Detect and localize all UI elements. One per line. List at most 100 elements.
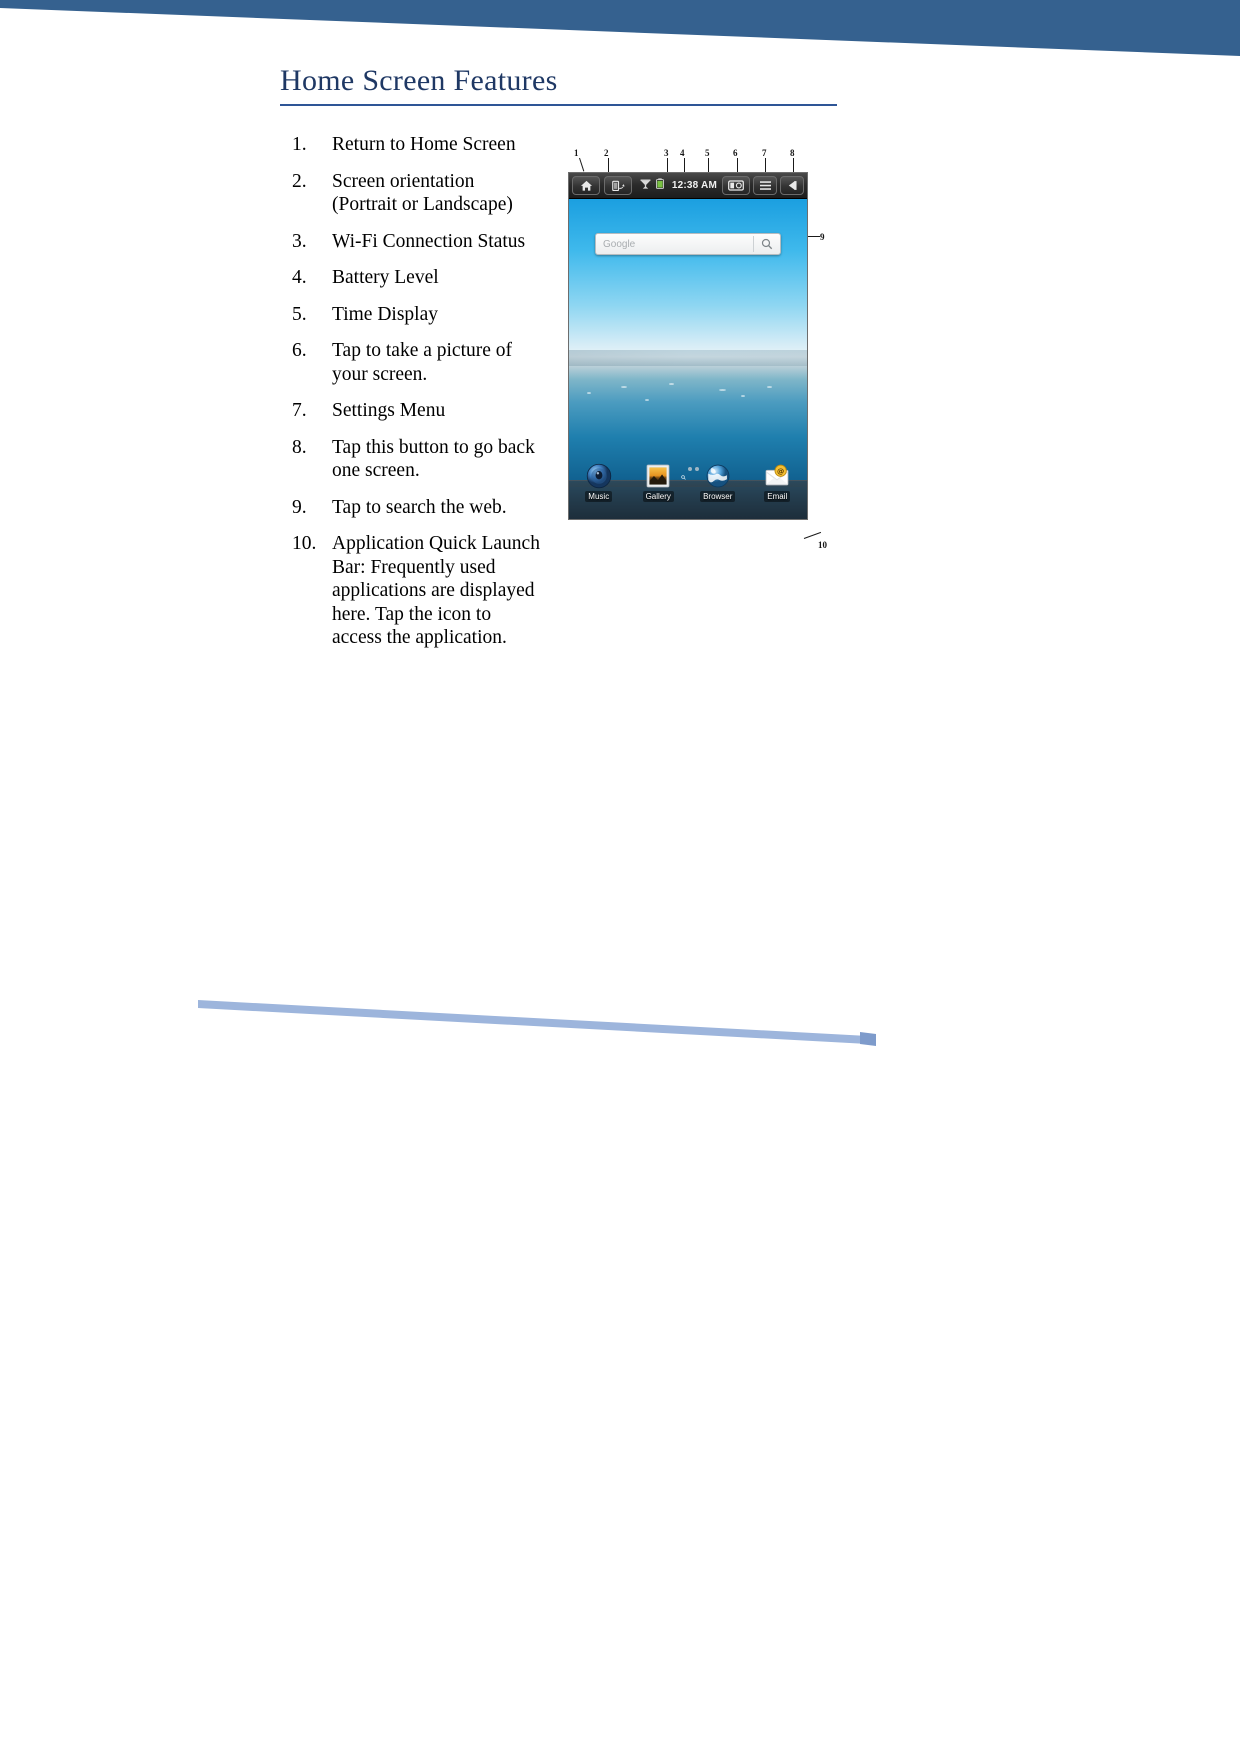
list-item-label: Time Display: [332, 303, 439, 325]
gallery-icon: [646, 464, 670, 488]
home-screen-figure: 1 2 3 4 5 6 7 8 9 10 12:38 AM Google Mus…: [568, 140, 827, 580]
home-icon: [580, 180, 592, 191]
svg-text:@: @: [777, 467, 784, 476]
dock-item-email[interactable]: @ Email: [748, 463, 808, 502]
list-item-label: Tap this button to go back one screen.: [332, 436, 535, 482]
list-item: 10. Application Quick Launch Bar: Freque…: [292, 532, 542, 650]
heading-underline: [280, 104, 837, 106]
dock-item-music[interactable]: Music: [569, 463, 629, 502]
callout-2: 2: [604, 148, 609, 158]
list-item-number: 9.: [292, 496, 307, 518]
dock-label: Music: [585, 491, 613, 502]
leader-line-6: [737, 158, 738, 172]
list-item: 7. Settings Menu: [292, 399, 542, 423]
wifi-status-icon: [640, 177, 651, 195]
callout-5: 5: [705, 148, 710, 158]
home-screen-wallpaper: Google Music Gallery Browser @ Email: [569, 199, 807, 519]
search-input[interactable]: Google: [596, 239, 753, 250]
leader-line-9: [806, 236, 820, 237]
tablet-screenshot: 12:38 AM Google Music Gallery Browser @ …: [568, 172, 808, 520]
google-search-widget[interactable]: Google: [595, 233, 781, 255]
leader-line-3: [667, 158, 668, 172]
list-item-number: 6.: [292, 340, 307, 361]
list-item-number: 4.: [292, 267, 307, 288]
list-item-label: Tap to take a picture of your screen.: [332, 340, 513, 385]
list-item: 8. Tap this button to go back one screen…: [292, 436, 542, 483]
wallpaper-speck: [587, 392, 591, 395]
android-status-bar: 12:38 AM: [569, 173, 807, 199]
application-quick-launch-bar: Music Gallery Browser @ Email: [569, 463, 807, 519]
list-item: 9. Tap to search the web.: [292, 496, 542, 520]
search-button[interactable]: [754, 238, 780, 250]
leader-line-8: [793, 158, 794, 172]
bottom-decoration: [0, 970, 1240, 1060]
wallpaper-speck: [621, 385, 627, 388]
menu-icon: [759, 181, 771, 190]
status-bar-time: 12:38 AM: [671, 180, 717, 191]
screen-rotation-icon: [612, 180, 625, 191]
list-item-label: Application Quick Launch Bar: Frequently…: [332, 533, 540, 648]
dock-label: Gallery: [642, 491, 674, 502]
callout-4: 4: [680, 148, 685, 158]
list-item-number: 5.: [292, 303, 307, 325]
list-item-label: Battery Level: [332, 267, 439, 288]
settings-menu-button[interactable]: [753, 176, 777, 195]
leader-line-2: [608, 158, 609, 172]
list-item-number: 2.: [292, 170, 307, 192]
list-item-label: Wi-Fi Connection Status: [332, 230, 526, 252]
callout-6: 6: [733, 148, 738, 158]
wallpaper-speck: [767, 385, 772, 388]
wifi-icon: [640, 179, 651, 189]
dock-item-browser[interactable]: Browser: [688, 463, 748, 502]
list-item-number: 3.: [292, 230, 307, 252]
wallpaper-speck: [719, 388, 726, 391]
email-envelope-icon: @: [765, 464, 789, 486]
list-item-number: 1.: [292, 134, 307, 155]
callout-3: 3: [664, 148, 669, 158]
list-item: 4. Battery Level: [292, 266, 542, 290]
callout-10: 10: [818, 540, 827, 550]
leader-line-5: [708, 158, 709, 172]
wallpaper-speck: [669, 382, 674, 385]
list-item: 2. Screen orientation (Portrait or Lands…: [292, 170, 542, 217]
wallpaper-horizon: [569, 350, 807, 367]
music-icon: [586, 463, 611, 489]
back-button[interactable]: [780, 176, 804, 195]
list-item-label: Screen orientation (Portrait or Landscap…: [332, 170, 513, 216]
list-item-label: Tap to search the web.: [332, 496, 507, 518]
callout-1: 1: [574, 148, 579, 158]
list-item-label: Return to Home Screen: [332, 134, 516, 155]
magnifier-icon: [761, 238, 773, 250]
leader-line-7: [765, 158, 766, 172]
screenshot-button[interactable]: [722, 176, 750, 195]
list-item-number: 10.: [292, 533, 317, 554]
screen-rotation-button[interactable]: [604, 176, 632, 195]
dock-item-gallery[interactable]: Gallery: [629, 463, 689, 502]
battery-icon: [655, 177, 664, 189]
camera-icon: [728, 180, 744, 191]
wallpaper-speck: [741, 395, 745, 398]
callout-9: 9: [820, 232, 825, 242]
callout-7: 7: [762, 148, 767, 158]
list-item: 6. Tap to take a picture of your screen.: [292, 339, 542, 386]
dock-label: Email: [764, 491, 791, 502]
list-item-number: 7.: [292, 400, 307, 421]
list-item: 5. Time Display: [292, 303, 542, 327]
leader-line-4: [684, 158, 685, 172]
browser-globe-icon: [706, 464, 730, 488]
callout-8: 8: [790, 148, 795, 158]
back-arrow-icon: [788, 181, 797, 190]
leader-line-1: [579, 157, 585, 172]
list-item-number: 8.: [292, 436, 307, 458]
leader-line-10: [803, 531, 822, 539]
list-item: 1. Return to Home Screen: [292, 133, 542, 157]
list-item: 3. Wi-Fi Connection Status: [292, 230, 542, 254]
top-banner-decoration: [0, 0, 1240, 60]
dock-label: Browser: [700, 491, 736, 502]
battery-status-icon: [655, 177, 665, 195]
feature-list: 1. Return to Home Screen 2. Screen orien…: [292, 133, 542, 663]
page-title: Home Screen Features: [280, 64, 558, 97]
list-item-label: Settings Menu: [332, 400, 446, 421]
wallpaper-speck: [645, 398, 649, 401]
home-button[interactable]: [572, 176, 600, 195]
